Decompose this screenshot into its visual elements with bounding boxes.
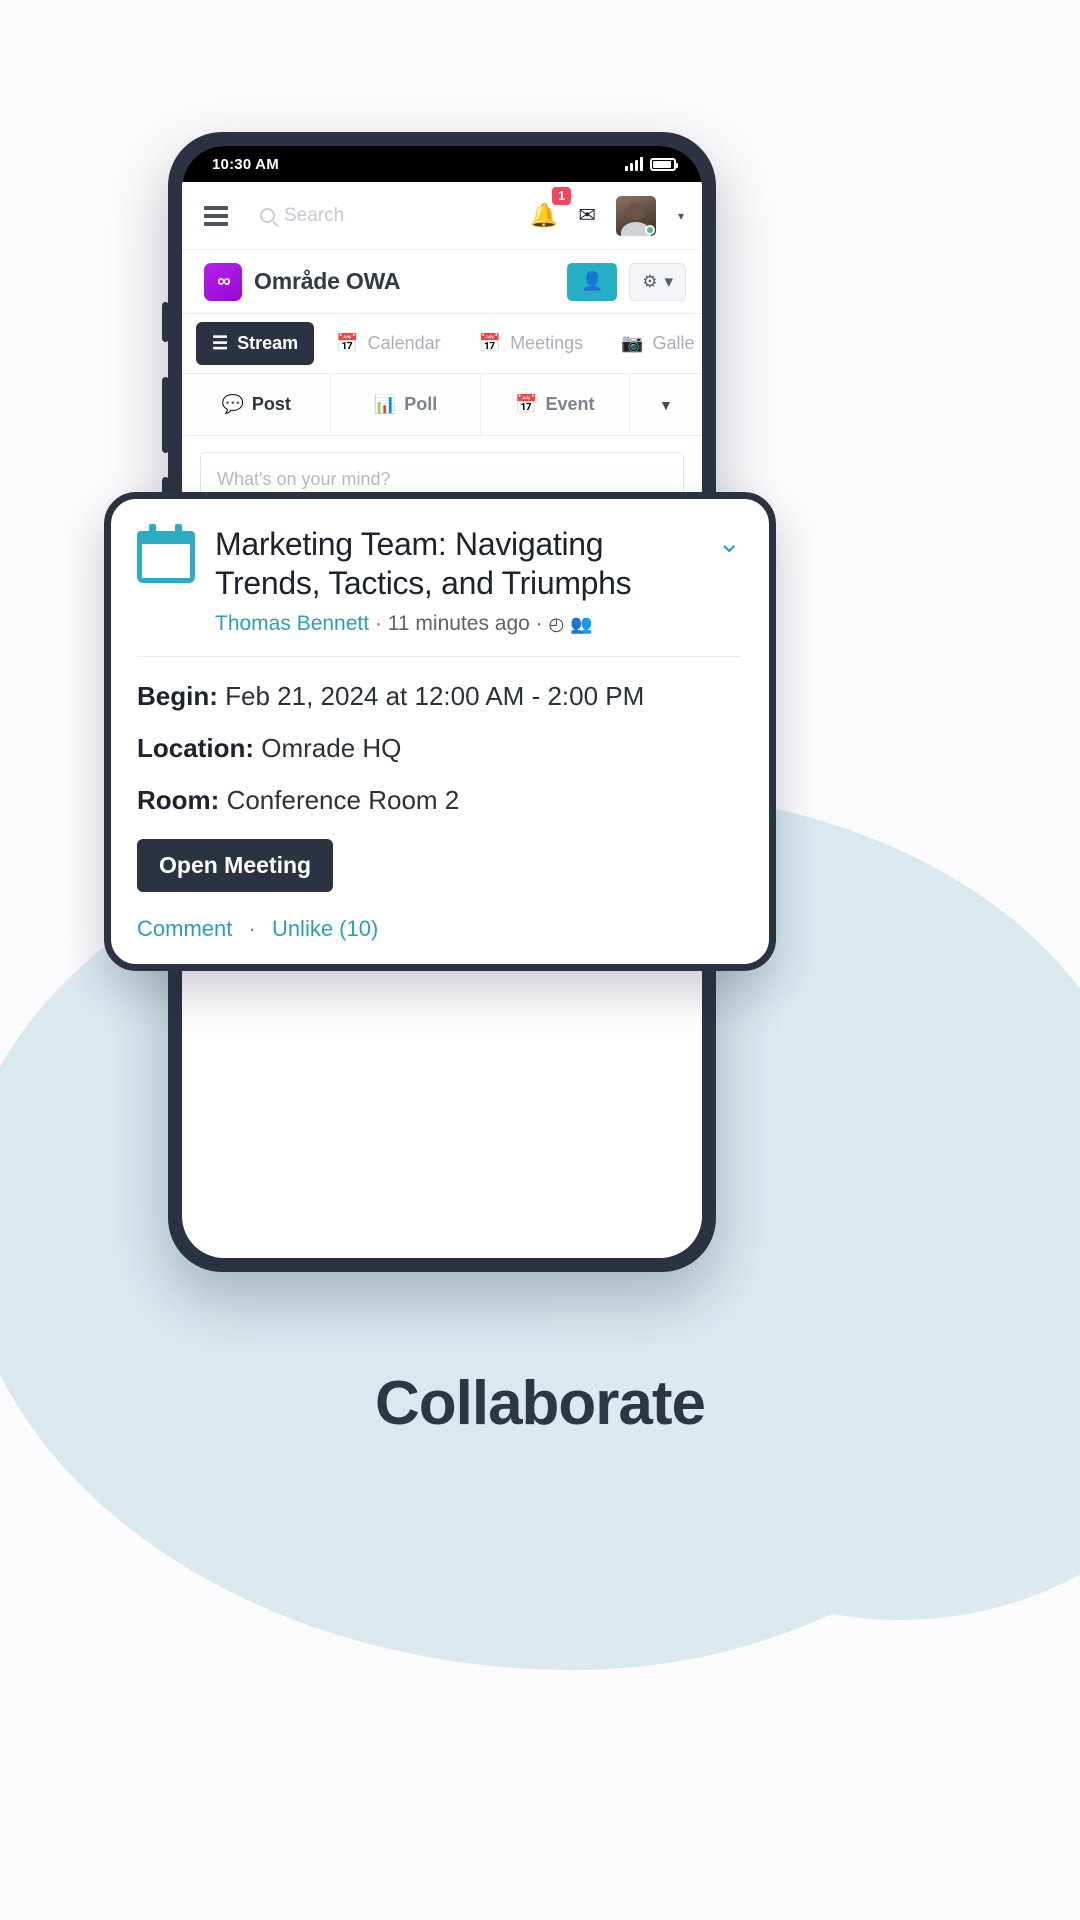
event-title[interactable]: Marketing Team: Navigating Trends, Tacti… <box>215 525 698 603</box>
footer-separator: · <box>248 916 256 942</box>
event-begin-row: Begin: Feb 21, 2024 at 12:00 AM - 2:00 P… <box>137 681 741 712</box>
notification-badge: 1 <box>552 187 572 206</box>
chevron-down-icon[interactable]: ▾ <box>678 209 684 223</box>
event-location-value: Omrade HQ <box>261 733 402 764</box>
app-top-bar: Search 🔔 1 ✉ ▾ <box>182 182 702 250</box>
hamburger-menu-icon[interactable] <box>204 205 228 226</box>
add-member-icon[interactable]: 👤 <box>567 262 618 301</box>
space-header: ∞ Område OWA 👤 ⚙ ▾ <box>182 250 702 314</box>
space-tabs: ☰ Stream 📅 Calendar 📅 Meetings 📷 Galle <box>182 314 702 374</box>
clock-icon: ◴ <box>548 614 565 635</box>
composer-tab-poll[interactable]: 📊 Poll <box>331 374 481 435</box>
event-detail-card: Marketing Team: Navigating Trends, Tacti… <box>104 492 776 972</box>
space-logo-icon: ∞ <box>204 262 242 301</box>
search-input[interactable]: Search <box>260 205 530 227</box>
event-room-row: Room: Conference Room 2 <box>137 785 741 816</box>
space-title: Område OWA <box>254 268 401 294</box>
search-icon <box>260 208 275 223</box>
event-room-value: Conference Room 2 <box>226 785 460 816</box>
tab-label: Stream <box>237 333 299 353</box>
online-status-dot <box>644 224 655 235</box>
phone-button-mute[interactable] <box>162 302 169 342</box>
envelope-icon[interactable]: ✉ <box>578 203 596 228</box>
status-indicators <box>625 157 678 171</box>
search-placeholder: Search <box>284 204 345 226</box>
meta-separator-2: · <box>535 612 543 636</box>
event-card-header: Marketing Team: Navigating Trends, Tacti… <box>137 524 741 636</box>
calendar-icon: 📅 <box>515 394 538 414</box>
tab-label: Calendar <box>367 333 441 353</box>
chevron-down-icon: ▾ <box>664 271 673 291</box>
tab-stream[interactable]: ☰ Stream <box>196 322 315 365</box>
signal-bars-icon <box>625 157 643 171</box>
space-logo-glyph: ∞ <box>217 270 230 292</box>
composer-type-tabs: 💬 Post 📊 Poll 📅 Event ▼ <box>182 374 702 436</box>
composer-placeholder: What's on your mind? <box>217 468 391 489</box>
event-location-row: Location: Omrade HQ <box>137 733 741 764</box>
phone-button-volume-up[interactable] <box>162 377 169 453</box>
comment-bubble-icon: 💬 <box>221 394 244 414</box>
gear-icon: ⚙ <box>642 271 658 291</box>
composer-tab-event[interactable]: 📅 Event <box>481 374 630 435</box>
unlike-link[interactable]: Unlike (10) <box>272 916 378 941</box>
tab-calendar[interactable]: 📅 Calendar <box>320 322 456 365</box>
meta-separator: · <box>374 612 382 636</box>
avatar[interactable] <box>615 195 656 236</box>
tab-label: Galle <box>652 333 695 353</box>
event-begin-label: Begin: <box>137 681 218 712</box>
tab-meetings[interactable]: 📅 Meetings <box>463 322 599 365</box>
composer-tab-label: Event <box>545 394 595 414</box>
space-settings-button[interactable]: ⚙ ▾ <box>629 262 686 301</box>
calendar-icon <box>137 524 195 583</box>
tab-gallery[interactable]: 📷 Galle <box>605 322 702 365</box>
divider <box>137 656 741 658</box>
event-meta: Thomas Bennett · 11 minutes ago · ◴ 👥 <box>215 612 698 636</box>
chevron-down-icon: ▼ <box>659 396 673 413</box>
open-meeting-button[interactable]: Open Meeting <box>137 839 334 893</box>
composer-tab-label: Poll <box>404 394 438 414</box>
top-bar-actions: 🔔 1 ✉ ▾ <box>530 187 684 236</box>
comment-link[interactable]: Comment <box>137 916 232 941</box>
event-timestamp: 11 minutes ago <box>387 612 530 636</box>
event-author[interactable]: Thomas Bennett <box>215 612 369 635</box>
page-caption: Collaborate <box>374 1369 706 1438</box>
gallery-icon: 📷 <box>621 333 644 353</box>
poll-bars-icon: 📊 <box>373 394 397 414</box>
event-begin-value: Feb 21, 2024 at 12:00 AM - 2:00 PM <box>225 681 645 712</box>
event-room-label: Room: <box>137 785 220 816</box>
composer-tab-label: Post <box>251 394 291 414</box>
audience-icon: 👥 <box>570 614 593 635</box>
composer-tab-post[interactable]: 💬 Post <box>182 374 332 435</box>
status-time: 10:30 AM <box>212 155 279 173</box>
event-card-footer: Comment · Unlike (10) <box>137 916 741 942</box>
status-bar: 10:30 AM <box>182 146 702 182</box>
composer-more-button[interactable]: ▼ <box>630 374 702 435</box>
event-header-text: Marketing Team: Navigating Trends, Tacti… <box>215 525 698 636</box>
tab-label: Meetings <box>510 333 584 353</box>
calendar-icon: 📅 <box>336 333 359 353</box>
meetings-icon: 📅 <box>478 333 502 353</box>
chevron-down-icon[interactable]: ⌄ <box>718 525 741 557</box>
bell-icon[interactable]: 🔔 1 <box>530 187 572 227</box>
event-location-label: Location: <box>137 733 254 764</box>
battery-icon <box>650 157 678 171</box>
stream-icon: ☰ <box>212 333 229 353</box>
